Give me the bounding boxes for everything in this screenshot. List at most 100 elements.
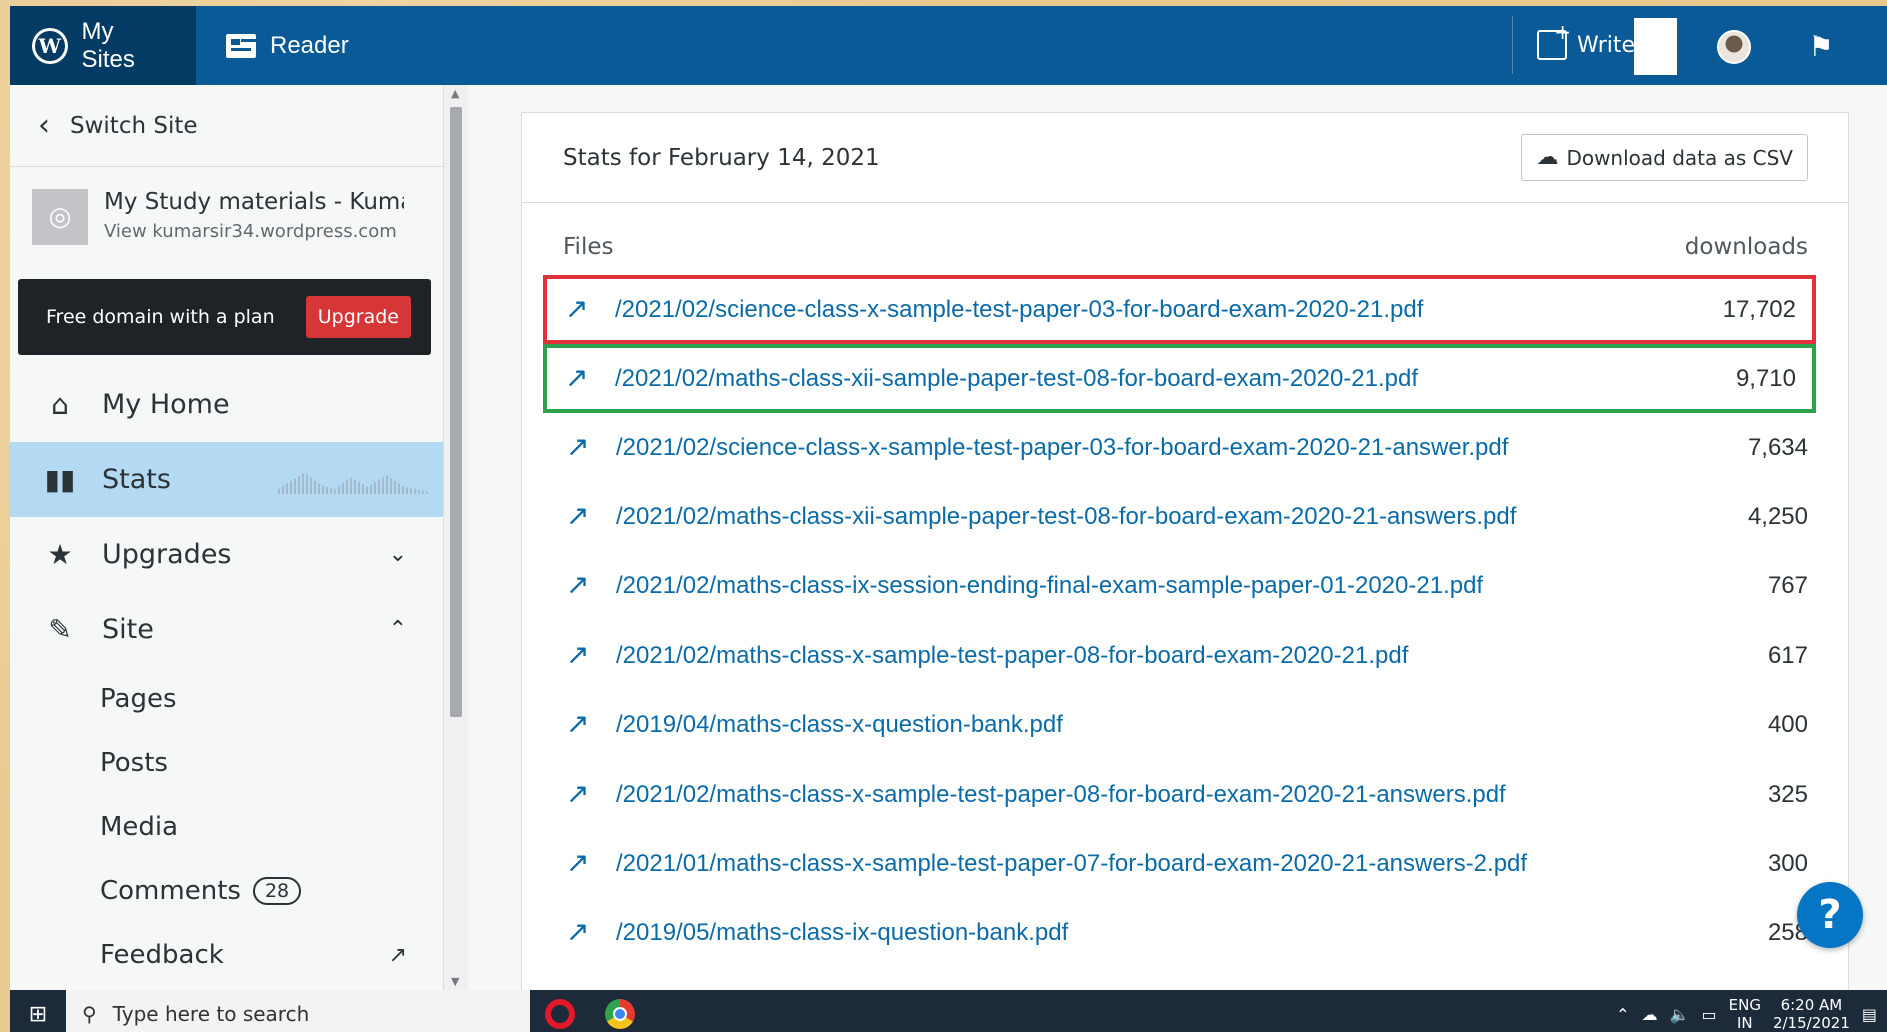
- file-path: /2019/04/maths-class-x-question-bank.pdf: [616, 711, 1063, 739]
- file-path: /2021/02/maths-class-x-sample-test-paper…: [616, 780, 1506, 808]
- sidebar-subitem-comments[interactable]: Comments 28: [10, 859, 443, 923]
- chrome-icon: [605, 999, 635, 1029]
- clock-date: 2/15/2021: [1772, 1014, 1850, 1032]
- external-link-icon: ↗: [566, 638, 590, 670]
- table-row: ↗ /2019/05/maths-class-ix-question-bank.p…: [522, 899, 1848, 968]
- upsell-banner[interactable]: Free domain with a plan Upgrade: [18, 279, 431, 355]
- screen: W My Sites Reader Write ⚑ ‹ Switch Site …: [10, 6, 1887, 1032]
- file-link[interactable]: ↗ /2019/04/maths-class-x-question-bank.pd…: [566, 710, 1063, 740]
- scrollbar-thumb[interactable]: [450, 107, 462, 717]
- file-link[interactable]: ↗ /2021/02/maths-class-xii-sample-paper-t…: [566, 502, 1516, 532]
- home-icon: ⌂: [51, 388, 69, 421]
- table-row: ↗ /2021/02/science-class-x-sample-test-pa…: [522, 413, 1848, 482]
- sidebar-item-label: Site: [102, 614, 154, 645]
- pencil-icon: ✎: [48, 613, 72, 646]
- file-path: /2021/02/maths-class-xii-sample-paper-te…: [615, 364, 1419, 392]
- file-path: /2021/02/science-class-x-sample-test-pap…: [615, 295, 1424, 323]
- sidebar-subitem-label: Comments: [100, 876, 241, 906]
- table-row: ↗ /2021/02/maths-class-xii-sample-paper-t…: [522, 482, 1848, 551]
- bar-chart-icon: ▮▮: [44, 463, 76, 496]
- file-link[interactable]: ↗ /2019/05/maths-class-ix-question-bank.p…: [566, 918, 1068, 948]
- chrome-app[interactable]: [590, 990, 650, 1032]
- sidebar-subitem-label: Posts: [100, 748, 168, 778]
- sidebar-item-upgrades[interactable]: ★ Upgrades ⌄: [10, 517, 443, 592]
- comments-count-badge: 28: [252, 877, 302, 905]
- switch-site-button[interactable]: ‹ Switch Site: [10, 85, 443, 167]
- file-path: /2021/02/maths-class-x-sample-test-paper…: [616, 641, 1409, 669]
- scroll-down-icon[interactable]: ▼: [451, 975, 459, 988]
- file-link[interactable]: ↗ /2021/02/maths-class-x-sample-test-pape…: [566, 638, 1409, 671]
- masterbar: W My Sites Reader Write ⚑: [10, 6, 1887, 85]
- scroll-up-icon[interactable]: ▲: [451, 87, 459, 100]
- sidebar-subitem-feedback[interactable]: Feedback ↗: [10, 923, 443, 987]
- avatar[interactable]: [1717, 30, 1751, 64]
- sidebar-item-label: My Home: [102, 389, 230, 420]
- sidebar-subitem-posts[interactable]: Posts: [10, 731, 443, 795]
- language-indicator[interactable]: ENG IN: [1729, 996, 1761, 1032]
- reader-tab[interactable]: Reader: [196, 6, 373, 85]
- opera-app[interactable]: [530, 990, 590, 1032]
- external-link-icon: ↗: [566, 708, 590, 740]
- table-row: ↗ /2021/02/science-class-x-sample-test-pa…: [543, 275, 1816, 344]
- sidebar-subitem-pages[interactable]: Pages: [10, 667, 443, 731]
- speaker-icon[interactable]: 🔈: [1670, 1005, 1690, 1024]
- file-link[interactable]: ↗ /2021/01/maths-class-x-sample-test-pape…: [566, 849, 1527, 879]
- clock[interactable]: 6:20 AM 2/15/2021: [1773, 996, 1850, 1032]
- file-path: /2021/02/maths-class-ix-session-ending-f…: [616, 572, 1484, 600]
- cloud-icon[interactable]: ☁: [1642, 1005, 1658, 1024]
- file-link[interactable]: ↗ /2021/02/science-class-x-sample-test-pa…: [566, 432, 1508, 463]
- sidebar-item-site[interactable]: ✎ Site ⌃: [10, 592, 443, 667]
- download-count: 300: [1767, 850, 1808, 878]
- table-row: ↗ /2021/02/maths-class-xii-sample-paper-t…: [543, 344, 1816, 413]
- sidebar: ‹ Switch Site ◎ My Study materials - Kum…: [10, 85, 444, 990]
- reader-label: Reader: [270, 31, 349, 59]
- monitor-icon[interactable]: ▭: [1702, 1005, 1717, 1024]
- external-link-icon: ↗: [388, 942, 407, 968]
- sidebar-item-stats[interactable]: ▮▮ Stats: [10, 442, 443, 517]
- external-link-icon: ↗: [565, 292, 589, 324]
- write-overlay: [1634, 18, 1677, 75]
- globe-icon: ◎: [32, 189, 88, 245]
- table-row: ↗ /2021/02/maths-class-ix-session-ending-…: [522, 552, 1848, 621]
- file-link[interactable]: ↗ /2021/02/maths-class-xii-sample-paper-t…: [565, 363, 1419, 394]
- stats-card: Stats for February 14, 2021 ☁ Download d…: [521, 112, 1849, 992]
- table-row: ↗ /2021/02/maths-class-x-sample-test-pape…: [522, 621, 1848, 690]
- file-link[interactable]: ↗ /2021/02/maths-class-x-sample-test-pape…: [566, 779, 1506, 810]
- download-csv-label: Download data as CSV: [1566, 145, 1793, 170]
- column-downloads: downloads: [1684, 234, 1808, 260]
- download-csv-button[interactable]: ☁ Download data as CSV: [1521, 134, 1808, 181]
- file-link[interactable]: ↗ /2021/02/maths-class-ix-session-ending-…: [566, 571, 1483, 601]
- file-path: /2019/05/maths-class-ix-question-bank.pd…: [616, 919, 1069, 947]
- site-card[interactable]: ◎ My Study materials - Kumar View kumars…: [10, 167, 443, 279]
- notifications-bell-icon[interactable]: ⚑: [1806, 32, 1836, 62]
- sidebar-scrollbar[interactable]: ▲ ▼: [444, 85, 468, 990]
- upgrade-button[interactable]: Upgrade: [305, 296, 411, 338]
- sidebar-item-my-home[interactable]: ⌂ My Home: [10, 367, 443, 442]
- my-sites-label: My Sites: [81, 17, 135, 73]
- sidebar-subitem-label: Feedback: [100, 940, 224, 970]
- stats-title: Stats for February 14, 2021: [563, 144, 880, 171]
- download-count: 400: [1767, 711, 1808, 739]
- my-sites-tab[interactable]: W My Sites: [10, 6, 196, 85]
- windows-start-icon[interactable]: ⊞: [10, 990, 66, 1032]
- download-count: 7,634: [1747, 433, 1808, 461]
- chevron-up-icon[interactable]: ⌃: [1616, 1005, 1629, 1024]
- lang-bottom: IN: [1736, 1014, 1753, 1032]
- file-link[interactable]: ↗ /2021/02/science-class-x-sample-test-pa…: [565, 292, 1424, 325]
- switch-site-label: Switch Site: [70, 112, 198, 139]
- chevron-down-icon: ⌄: [388, 542, 407, 567]
- help-button[interactable]: ?: [1797, 882, 1863, 948]
- taskbar-search[interactable]: ⚲ Type here to search: [66, 990, 530, 1032]
- star-icon: ★: [47, 538, 73, 571]
- table-row: ↗ /2021/01/maths-class-x-sample-test-pape…: [522, 829, 1848, 898]
- download-count: 17,702: [1722, 295, 1796, 323]
- sidebar-subitem-media[interactable]: Media: [10, 795, 443, 859]
- external-link-icon: ↗: [566, 569, 590, 601]
- upsell-text: Free domain with a plan: [46, 306, 275, 328]
- site-url[interactable]: View kumarsir34.wordpress.com: [104, 221, 404, 242]
- windows-taskbar: ⊞ ⚲ Type here to search ⌃ ☁ 🔈 ▭ ENG IN 6…: [10, 990, 1887, 1032]
- system-tray: ⌃ ☁ 🔈 ▭ ENG IN 6:20 AM 2/15/2021 ▤: [1616, 990, 1887, 1032]
- write-icon: [1537, 20, 1571, 60]
- lang-top: ENG: [1728, 996, 1761, 1014]
- notification-center-icon[interactable]: ▤: [1862, 1005, 1877, 1024]
